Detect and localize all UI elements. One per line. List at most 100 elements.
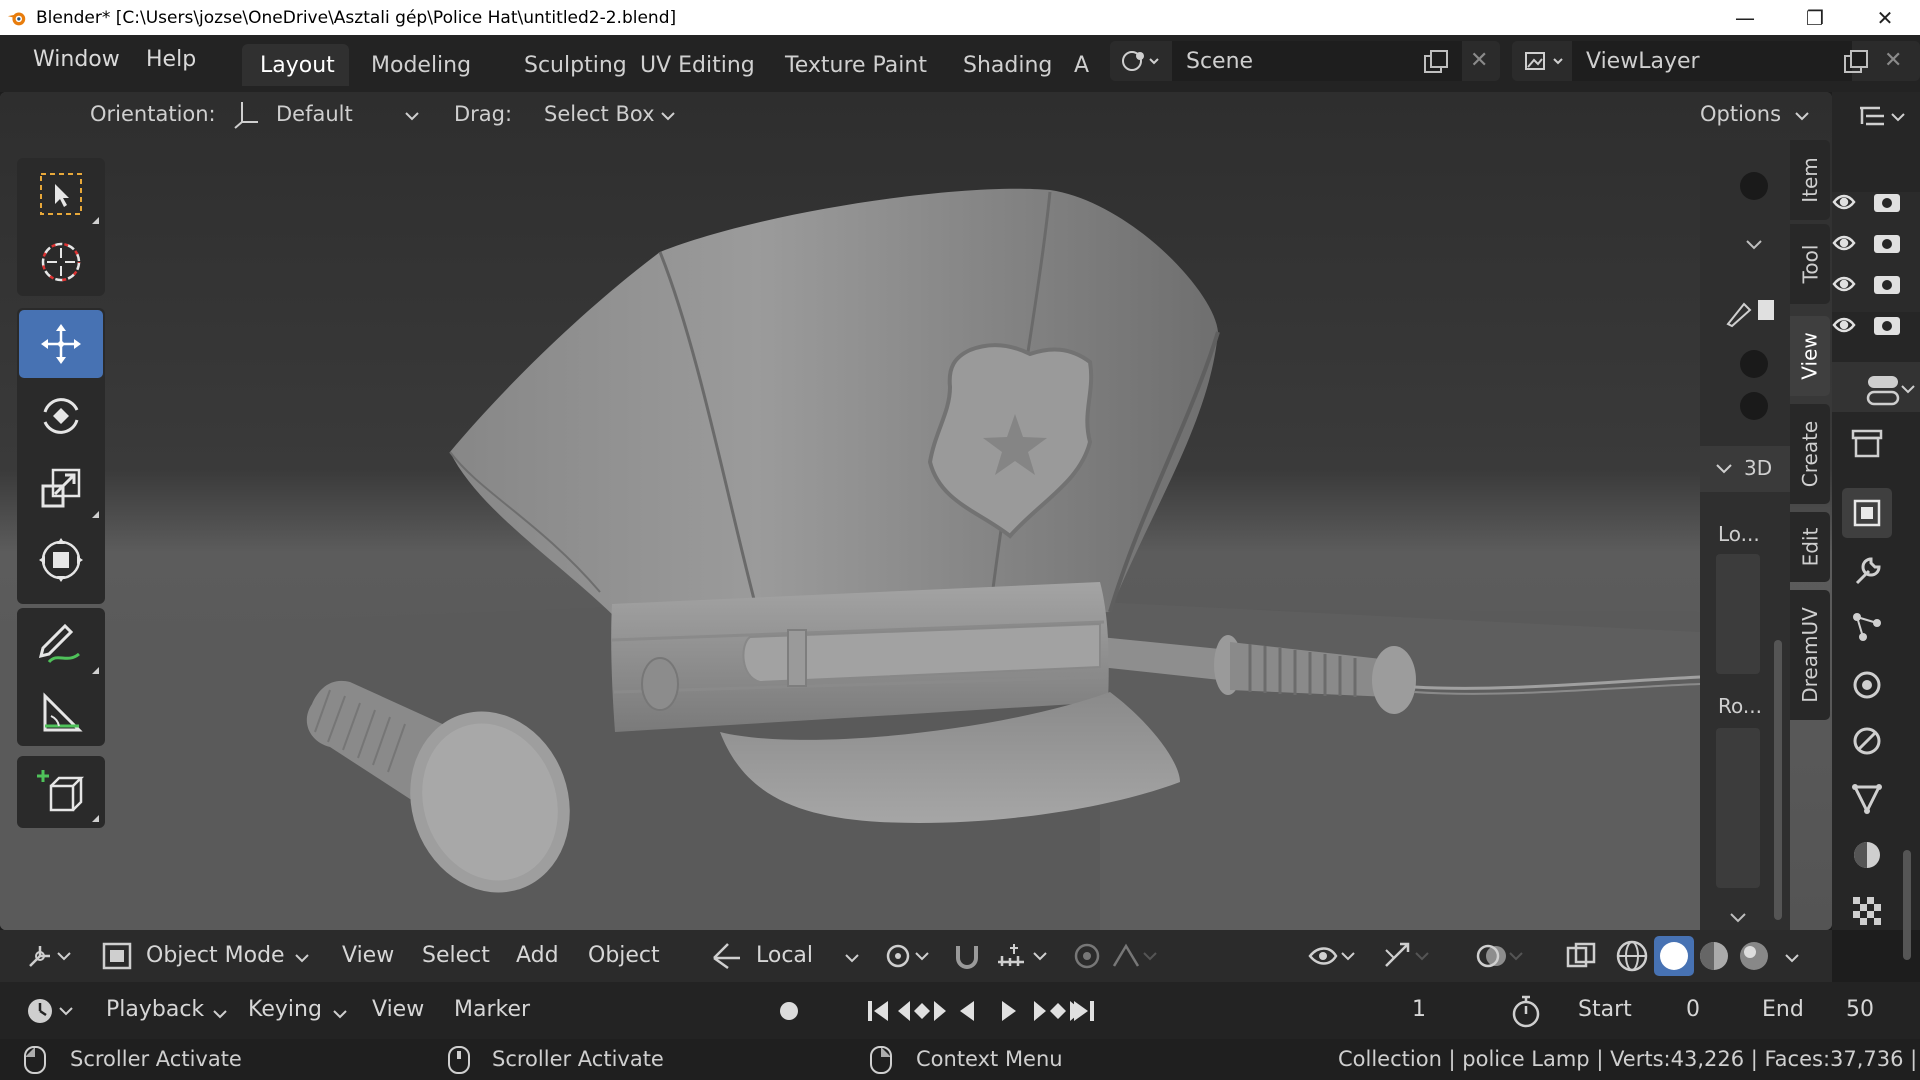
viewport-menu-view[interactable]: View [342, 943, 394, 968]
chevron-down-icon[interactable] [1728, 912, 1748, 924]
outliner-filter-icon[interactable] [1854, 100, 1910, 132]
overlays-icon[interactable] [1474, 940, 1526, 972]
pivot-point-icon[interactable] [882, 940, 934, 972]
chevron-down-icon[interactable] [660, 110, 676, 122]
select-box-tool[interactable] [19, 160, 103, 228]
modifier-properties-tab[interactable] [1842, 546, 1892, 596]
eyedropper-icon[interactable] [1722, 292, 1778, 328]
location-field[interactable] [1716, 554, 1760, 674]
object-properties-tab[interactable] [1842, 488, 1892, 538]
properties-toggle-icon[interactable] [1862, 370, 1918, 412]
sidebar-scrollbar[interactable] [1774, 640, 1782, 920]
proportional-editing-icon[interactable] [1070, 940, 1104, 972]
gizmo-icon[interactable] [1380, 940, 1432, 972]
material-properties-tab[interactable] [1842, 830, 1892, 880]
end-frame-field[interactable]: 50 [1846, 997, 1874, 1022]
tab-uv-editing[interactable]: UV Editing [622, 44, 773, 86]
close-icon[interactable]: ✕ [1884, 48, 1902, 73]
record-keyframe-icon[interactable] [780, 1002, 798, 1020]
rendered-shading-icon[interactable] [1736, 938, 1772, 974]
material-preview-shading-icon[interactable] [1696, 938, 1732, 974]
snap-increment-icon[interactable] [994, 940, 1054, 972]
data-properties-tab[interactable] [1842, 772, 1892, 822]
sidebar-tab-view[interactable]: View [1790, 316, 1830, 396]
wireframe-shading-icon[interactable] [1614, 938, 1650, 974]
particles-properties-tab[interactable] [1842, 602, 1892, 652]
editor-type-icon[interactable] [24, 940, 76, 972]
add-cube-tool[interactable] [19, 758, 103, 826]
viewlayer-name-field[interactable]: ViewLayer [1572, 41, 1852, 81]
tab-layout[interactable]: Layout [242, 44, 349, 86]
viewport-menu-select[interactable]: Select [422, 943, 490, 968]
stopwatch-icon[interactable] [1508, 992, 1544, 1030]
chevron-down-icon[interactable] [212, 1008, 228, 1020]
3d-viewport[interactable] [0, 92, 1832, 930]
sidebar-tab-create[interactable]: Create [1790, 404, 1830, 504]
falloff-curve-icon[interactable] [1110, 940, 1162, 972]
constraints-properties-tab[interactable] [1842, 716, 1892, 766]
record-dot-icon[interactable] [1740, 350, 1768, 378]
timeline-menu-keying[interactable]: Keying [248, 997, 322, 1022]
sidebar-tab-edit[interactable]: Edit [1790, 512, 1830, 582]
menu-help[interactable]: Help [146, 47, 196, 72]
chevron-down-icon[interactable] [1744, 238, 1764, 252]
viewport-menu-object[interactable]: Object [588, 943, 660, 968]
outliner-visibility-icons[interactable] [1830, 186, 1920, 356]
annotate-tool[interactable] [19, 610, 103, 678]
texture-properties-tab[interactable] [1842, 886, 1892, 936]
section-header-3d[interactable]: 3D [1700, 446, 1790, 492]
rotation-field[interactable] [1716, 728, 1760, 888]
sidebar-tab-dreamuv[interactable]: DreamUV [1790, 590, 1830, 720]
chevron-down-icon[interactable] [404, 110, 420, 122]
timeline-menu-marker[interactable]: Marker [454, 997, 530, 1022]
move-tool[interactable] [19, 310, 103, 378]
record-dot-icon[interactable] [1740, 172, 1768, 200]
transform-space-dropdown[interactable]: Local [756, 943, 813, 968]
tab-modeling[interactable]: Modeling [353, 44, 489, 86]
tab-shading[interactable]: Shading [945, 44, 1070, 86]
close-button[interactable]: ✕ [1850, 0, 1920, 35]
tab-animation-truncated[interactable]: A [1068, 44, 1098, 86]
chevron-down-icon[interactable] [1784, 952, 1800, 964]
physics-properties-tab[interactable] [1842, 660, 1892, 710]
snap-magnet-icon[interactable] [950, 940, 984, 972]
copy-icon[interactable] [1842, 49, 1870, 75]
close-icon[interactable]: ✕ [1470, 48, 1488, 73]
tab-texture-paint[interactable]: Texture Paint [767, 44, 945, 86]
start-frame-field[interactable]: 0 [1686, 997, 1700, 1022]
timeline-menu-playback[interactable]: Playback [106, 997, 204, 1022]
solid-shading-button[interactable] [1654, 936, 1694, 976]
drag-dropdown[interactable]: Select Box [544, 102, 655, 126]
minimize-button[interactable]: — [1710, 0, 1780, 35]
maximize-button[interactable]: ❐ [1780, 0, 1850, 35]
menu-window[interactable]: Window [33, 47, 120, 72]
jump-end-icon[interactable] [1070, 994, 1098, 1028]
sidebar-tab-item[interactable]: Item [1790, 140, 1830, 220]
cursor-tool[interactable] [19, 228, 103, 296]
chevron-down-icon[interactable] [294, 952, 310, 964]
scene-selector[interactable]: Scene ✕ [1110, 41, 1500, 81]
current-frame-field[interactable]: 1 [1412, 997, 1426, 1022]
chevron-down-icon[interactable] [844, 952, 860, 964]
xray-toggle-icon[interactable] [1564, 940, 1598, 972]
properties-scrollbar[interactable] [1903, 850, 1911, 960]
rotate-tool[interactable] [19, 382, 103, 450]
viewlayer-selector[interactable]: ViewLayer ✕ [1512, 41, 1920, 81]
options-dropdown[interactable]: Options [1700, 102, 1781, 126]
chevron-down-icon[interactable] [332, 1008, 348, 1020]
record-dot-icon[interactable] [1740, 392, 1768, 420]
scene-name-field[interactable]: Scene [1172, 41, 1462, 81]
viewport-menu-add[interactable]: Add [516, 943, 559, 968]
measure-tool[interactable] [19, 678, 103, 746]
scale-tool[interactable] [19, 454, 103, 522]
tool-properties-tab[interactable] [1842, 418, 1892, 468]
visibility-icon[interactable] [1306, 940, 1358, 972]
orientation-dropdown[interactable]: Default [276, 102, 353, 126]
transform-tool[interactable] [19, 526, 103, 594]
sidebar-tab-tool[interactable]: Tool [1790, 224, 1830, 304]
timeline-menu-view[interactable]: View [372, 997, 424, 1022]
chevron-down-icon[interactable] [1794, 110, 1810, 122]
copy-icon[interactable] [1422, 49, 1450, 75]
mode-dropdown[interactable]: Object Mode [146, 943, 285, 968]
clock-editor-icon[interactable] [24, 994, 80, 1028]
